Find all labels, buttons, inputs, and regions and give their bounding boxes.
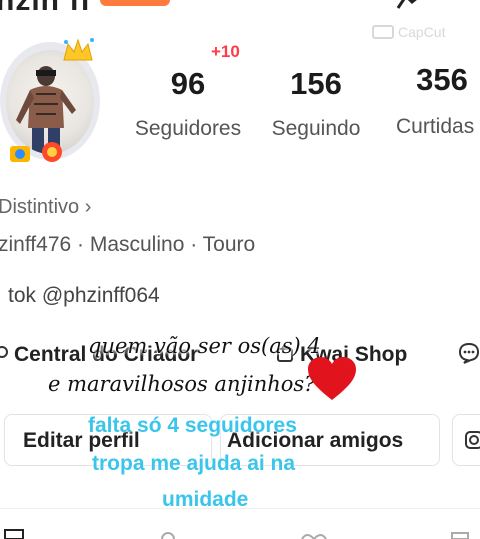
camera-sticker-icon [10,142,62,162]
caption-cyan-2: tropa me ajuda ai na [92,452,296,475]
likes-count[interactable]: 356 [402,62,480,98]
capcut-logo-icon [372,25,394,39]
tiktok-handle[interactable]: tok @phzinff064 [8,284,160,308]
distintivo-link[interactable]: Distintivo › [0,196,91,219]
distintivo-label: Distintivo [0,196,80,218]
caption-line-2: e maravilhosos anjinhos? [48,372,316,396]
instagram-button[interactable] [452,414,480,466]
share-icon[interactable] [396,0,424,10]
caption-cyan-1: falta só 4 seguidores [88,414,297,437]
profile-meta: zinff476 · Masculino · Touro [0,233,256,256]
new-followers-badge: +10 [211,42,240,61]
followers-count[interactable]: 96 [148,66,228,102]
message-icon[interactable] [458,342,480,364]
followers-label[interactable]: Seguidores [118,117,258,141]
bottom-tab-bar [0,508,480,539]
name-badge [100,0,170,6]
following-label[interactable]: Seguindo [256,117,376,141]
caption-line-1: quem vão ser os(as) 4 [88,334,321,358]
instagram-icon [465,431,480,449]
heart-icon [306,356,358,402]
chevron-right-icon: › [84,196,92,218]
profile-name: nzin ff [0,0,92,17]
creator-center-icon [0,344,12,360]
crown-icon [63,38,94,61]
watermark-text: CapCut [398,24,446,40]
likes-label[interactable]: Curtidas [396,115,480,139]
following-count[interactable]: 156 [276,66,356,102]
capcut-watermark: CapCut [372,24,445,40]
